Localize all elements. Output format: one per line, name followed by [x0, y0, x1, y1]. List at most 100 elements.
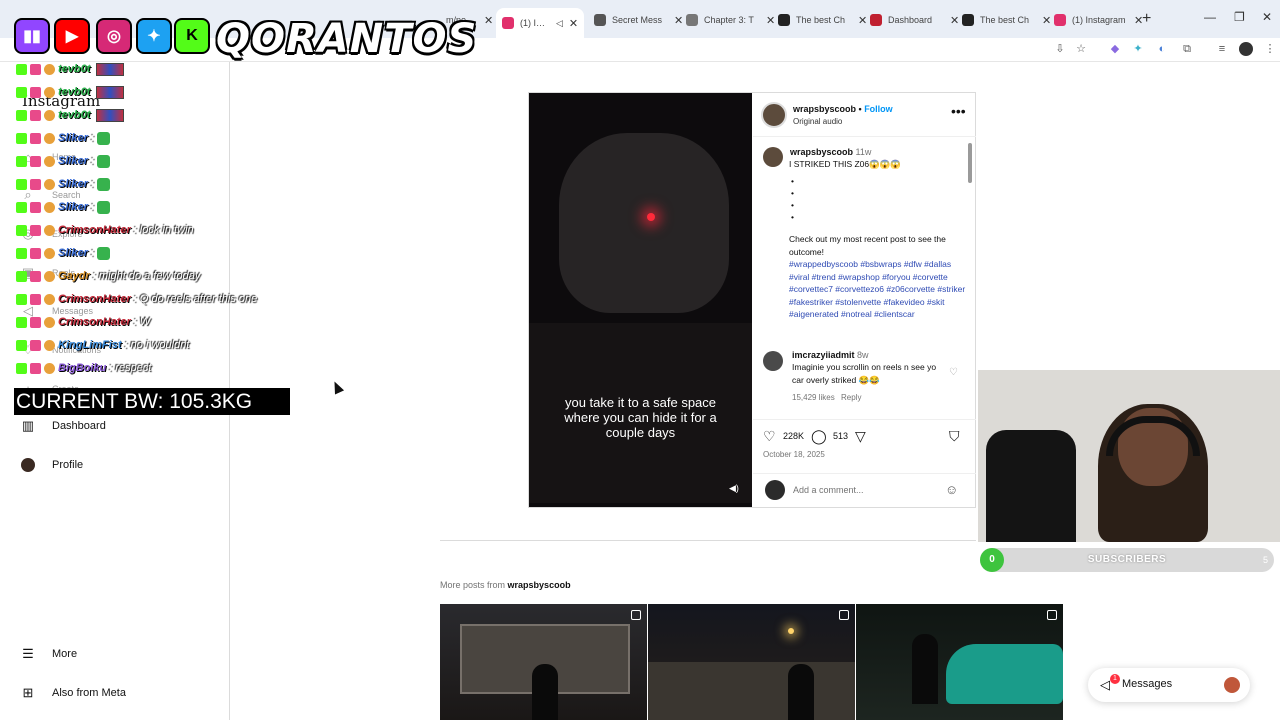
post-thumbnail[interactable]	[440, 604, 647, 720]
author-avatar[interactable]	[763, 147, 783, 167]
chat-text: :	[90, 201, 95, 213]
menu-kebab-icon[interactable]: ⋮	[1263, 42, 1277, 56]
more-posts-user[interactable]: wrapsbyscoob	[508, 580, 571, 590]
gift-badge-icon	[44, 362, 55, 374]
post-thumbnail[interactable]	[856, 604, 1063, 720]
sub-badge-icon	[30, 293, 41, 305]
tab-label: (1) Instagram	[1072, 15, 1126, 25]
extension-icon[interactable]: ◐	[1155, 42, 1169, 56]
more-options-icon[interactable]: •••	[951, 103, 966, 119]
more-posts-prefix: More posts from	[440, 580, 506, 590]
caption-username[interactable]: wrapsbyscoob 11w	[790, 147, 871, 157]
new-tab-icon[interactable]: +	[1142, 10, 1151, 28]
comment-count: 513	[833, 431, 849, 441]
share-icon[interactable]: ▽	[855, 428, 866, 445]
close-icon[interactable]: ✕	[569, 17, 578, 30]
kick-badge-icon	[16, 109, 27, 121]
thumbnail-car	[946, 644, 1063, 704]
comment-like-icon[interactable]: ♡	[949, 367, 958, 378]
browser-tab[interactable]: Dashboard ✕	[864, 8, 965, 32]
commenter-avatar[interactable]	[763, 351, 783, 371]
bookmark-star-icon[interactable]: ☆	[1074, 42, 1088, 56]
flag-emote-icon	[96, 108, 125, 122]
minimize-icon[interactable]: —	[1204, 10, 1216, 24]
page-favicon-icon	[778, 14, 790, 26]
thumbnail-person	[788, 664, 814, 720]
message-favicon-icon	[594, 14, 606, 26]
mute-icon[interactable]: ◁	[556, 18, 563, 29]
sidebar-item-dashboard[interactable]: ▥ Dashboard	[18, 415, 106, 437]
author-username[interactable]: wrapsbyscoob • Follow	[793, 104, 893, 114]
audio-label[interactable]: Original audio	[793, 117, 842, 126]
extension-icon[interactable]: ✦	[1131, 42, 1145, 56]
post-thumbnail[interactable]	[648, 604, 855, 720]
profile-avatar-icon[interactable]	[1239, 42, 1253, 56]
thumbnail-light	[788, 628, 794, 634]
unread-count-badge: 1	[1110, 674, 1120, 684]
sidebar-item-profile[interactable]: Profile	[18, 454, 83, 476]
chat-text: :	[90, 247, 95, 259]
author-avatar[interactable]	[761, 102, 787, 128]
sidebar-item-also-from-meta[interactable]: ⊞ Also from Meta	[18, 682, 126, 704]
kick-badge-icon	[16, 178, 27, 190]
browser-tab-active[interactable]: (1) Insta ◁ ✕	[496, 8, 585, 38]
chat-message: BigBoiku: respect	[16, 359, 151, 377]
save-bookmark-icon[interactable]: ⛉	[949, 428, 960, 445]
commenter-username[interactable]: imcrazyiiadmit 8w	[792, 350, 869, 360]
extension-icon[interactable]: ◆	[1108, 42, 1122, 56]
sidebar-item-more[interactable]: ☰ More	[18, 643, 77, 665]
gift-badge-icon	[44, 339, 55, 351]
author-username-text: wrapsbyscoob	[793, 104, 857, 114]
chat-text: : no i wouldnt	[124, 339, 190, 351]
close-window-icon[interactable]: ✕	[1262, 10, 1272, 24]
chat-text: : Q do reels after this one	[133, 293, 258, 305]
post-viewer: you take it to a safe space where you ca…	[528, 92, 976, 508]
comments-scrollbar[interactable]	[968, 143, 972, 183]
flag-emote-icon	[96, 62, 125, 76]
reel-badge-icon	[631, 610, 641, 620]
tab-search-icon[interactable]: ≡	[1215, 42, 1229, 56]
comment-likes[interactable]: 15,429 likes	[792, 393, 835, 402]
messages-button[interactable]: ◁ 1 Messages	[1088, 668, 1250, 702]
chat-username: Gaydr	[58, 270, 90, 282]
book-favicon-icon	[686, 14, 698, 26]
stream-brand-banner: ▮▮ ▶ ◎ ✦ K QORANTOS	[12, 10, 476, 66]
kick-badge-icon	[16, 132, 27, 144]
section-divider	[440, 540, 976, 541]
follow-button[interactable]: Follow	[864, 104, 893, 114]
tab-label: Dashboard	[888, 15, 933, 25]
like-count[interactable]: 228K	[783, 431, 804, 441]
mute-icon[interactable]: ◀)	[729, 483, 743, 497]
install-app-icon[interactable]: ⇩	[1053, 42, 1067, 56]
tab-label: Chapter 3: T	[704, 15, 754, 25]
gift-badge-icon	[44, 155, 55, 167]
post-actions: ♡ 228K ◯ 513 ▽ ⛉ October 18, 2025	[753, 419, 976, 459]
messages-label: Messages	[1122, 678, 1173, 690]
sub-badge-icon	[30, 178, 41, 190]
sub-badge-icon	[30, 339, 41, 351]
restore-icon[interactable]: ❐	[1234, 10, 1245, 24]
browser-tab[interactable]: Chapter 3: T ✕	[680, 8, 781, 32]
twitch-icon: ▮▮	[14, 18, 50, 54]
browser-tab[interactable]: (1) Instagram ✕	[1048, 8, 1149, 32]
extensions-puzzle-icon[interactable]: ⧉	[1180, 42, 1194, 56]
thumbnail-person	[912, 634, 938, 704]
browser-tab[interactable]: The best Ch ✕	[956, 8, 1057, 32]
kick-badge-icon	[16, 201, 27, 213]
caption-hashtags[interactable]: #wrappedbyscoob #bsbwraps #dfw #dallas #…	[789, 258, 967, 321]
contact-avatar	[1224, 677, 1240, 693]
chat-message: CrimsonHater: W	[16, 313, 150, 331]
mouse-cursor	[329, 379, 345, 395]
gift-badge-icon	[44, 224, 55, 236]
comment-icon[interactable]: ◯	[811, 428, 827, 445]
browser-tab[interactable]: Secret Mess ✕	[588, 8, 689, 32]
browser-tab[interactable]: The best Ch ✕	[772, 8, 873, 32]
emoji-icon[interactable]: ☺	[945, 482, 958, 497]
comments-list[interactable]: wrapsbyscoob 11w I STRIKED THIS Z06😱😱😱 •…	[753, 139, 976, 409]
subscriber-goal-current: 0	[980, 548, 1004, 572]
reply-button[interactable]: Reply	[841, 393, 861, 402]
add-comment-input[interactable]: Add a comment...	[793, 485, 864, 495]
reel-video[interactable]: you take it to a safe space where you ca…	[529, 93, 752, 507]
like-icon[interactable]: ♡	[763, 428, 776, 445]
close-icon[interactable]: ✕	[484, 14, 493, 27]
